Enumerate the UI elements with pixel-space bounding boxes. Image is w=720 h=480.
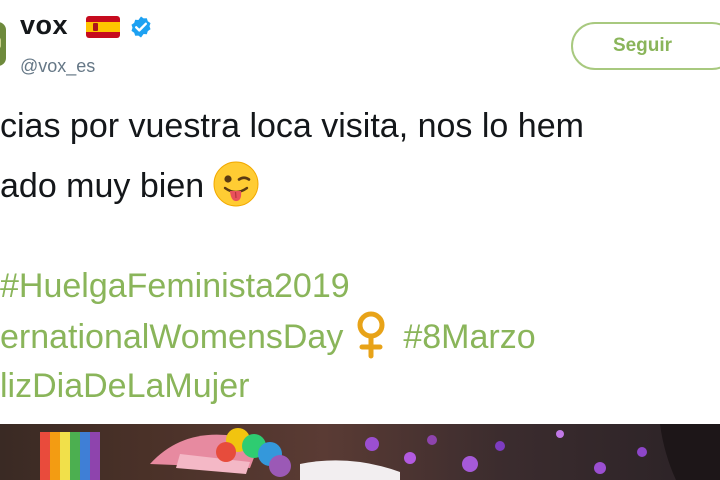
avatar[interactable] — [0, 22, 6, 66]
hashtag-8-marzo[interactable]: #8Marzo — [403, 318, 535, 356]
winking-face-tongue-icon — [213, 161, 259, 207]
follow-button[interactable]: Seguir — [571, 22, 720, 70]
media-photo — [40, 424, 720, 480]
tweet-media-image[interactable] — [0, 424, 720, 480]
verified-badge-icon — [131, 16, 151, 38]
hashtag-line-4: ernationalWomensDay #8Marzo — [0, 311, 536, 364]
hashtag-huelga-feminista[interactable]: #HuelgaFeminista2019 — [0, 266, 350, 306]
venus-icon — [357, 311, 385, 359]
tweet-text-line-2: ado muy bien — [0, 161, 260, 212]
account-handle[interactable]: @vox_es — [20, 56, 95, 77]
tweet-text-line-1: cias por vuestra loca visita, nos lo hem — [0, 107, 584, 145]
hashtag-link[interactable]: lizDiaDeLaMujer — [0, 367, 249, 405]
hashtag-international-womens-day[interactable]: ernationalWomensDay — [0, 318, 343, 356]
spain-flag-icon — [86, 16, 120, 38]
display-name[interactable]: vox — [20, 10, 68, 41]
hashtag-feliz-dia-mujer[interactable]: lizDiaDeLaMujer — [0, 366, 249, 406]
tweet-text-line-2-text: ado muy bien — [0, 166, 205, 205]
tweet-screenshot: vox @vox_es Seguir cias por vuestra loca… — [0, 0, 720, 480]
hashtag-link[interactable]: #HuelgaFeminista2019 — [0, 267, 350, 305]
